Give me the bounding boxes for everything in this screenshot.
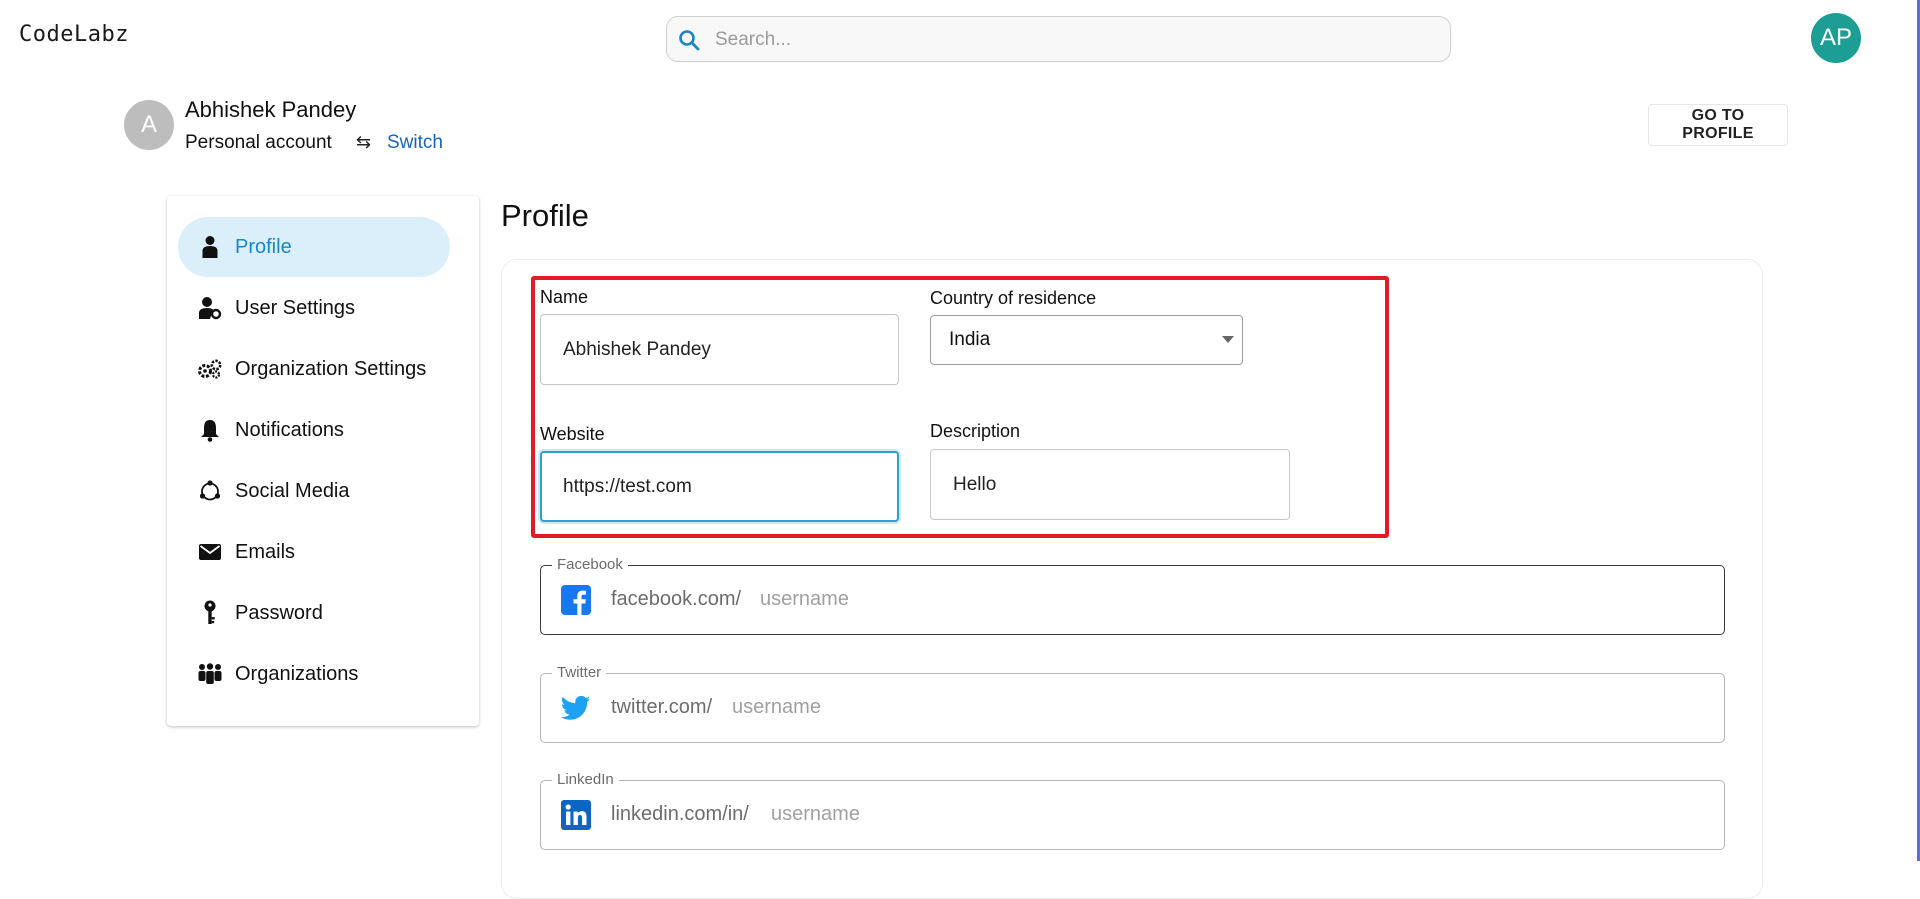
switch-account-link[interactable]: Switch bbox=[387, 132, 443, 154]
twitter-prefix: twitter.com/ bbox=[611, 696, 713, 718]
twitter-field[interactable]: Twitter twitter.com/ username bbox=[540, 664, 1725, 743]
account-name: Abhishek Pandey bbox=[185, 97, 357, 122]
twitter-label: Twitter bbox=[552, 664, 607, 681]
sidebar-item-social-media[interactable]: Social Media bbox=[178, 461, 450, 521]
gears-icon bbox=[196, 358, 224, 380]
envelope-icon bbox=[196, 542, 224, 562]
linkedin-username-input[interactable]: username bbox=[771, 803, 860, 826]
facebook-prefix: facebook.com/ bbox=[611, 588, 742, 610]
app-logo[interactable]: CodeLabz bbox=[19, 22, 129, 47]
sidebar-item-notifications[interactable]: Notifications bbox=[178, 400, 450, 460]
sidebar-item-emails[interactable]: Emails bbox=[178, 522, 450, 582]
user-settings-icon bbox=[196, 296, 224, 320]
sidebar-item-label: Organization Settings bbox=[235, 357, 427, 380]
page-title: Profile bbox=[501, 198, 589, 233]
settings-sidebar: Profile User Settings Organization Setti… bbox=[167, 196, 479, 726]
sidebar-item-label: Emails bbox=[235, 540, 296, 563]
sidebar-item-label: Social Media bbox=[235, 479, 350, 502]
user-avatar[interactable]: AP bbox=[1811, 13, 1861, 63]
twitter-icon bbox=[561, 695, 591, 720]
search-icon bbox=[679, 30, 700, 51]
go-to-profile-button[interactable]: GO TO PROFILE bbox=[1648, 104, 1788, 146]
linkedin-field[interactable]: LinkedIn linkedin.com/in/ username bbox=[540, 771, 1725, 850]
linkedin-prefix: linkedin.com/in/ bbox=[611, 803, 749, 825]
bell-icon bbox=[196, 418, 224, 442]
sidebar-item-label: Profile bbox=[235, 235, 292, 258]
sidebar-item-label: Organizations bbox=[235, 662, 359, 685]
twitter-username-input[interactable]: username bbox=[732, 696, 821, 719]
facebook-username-input[interactable]: username bbox=[760, 588, 849, 611]
group-icon bbox=[196, 663, 224, 685]
sidebar-item-password[interactable]: Password bbox=[178, 583, 450, 643]
sidebar-item-organizations[interactable]: Organizations bbox=[178, 644, 450, 704]
person-icon bbox=[196, 235, 224, 259]
search-input[interactable] bbox=[713, 17, 1437, 63]
sidebar-item-organization-settings[interactable]: Organization Settings bbox=[178, 339, 450, 399]
facebook-label: Facebook bbox=[552, 556, 628, 573]
facebook-field[interactable]: Facebook facebook.com/ username bbox=[540, 556, 1725, 635]
search-bar[interactable] bbox=[666, 16, 1451, 63]
account-avatar: A bbox=[124, 100, 174, 150]
facebook-icon bbox=[561, 585, 591, 615]
account-type: Personal account bbox=[185, 132, 332, 153]
sidebar-item-user-settings[interactable]: User Settings bbox=[178, 278, 450, 338]
sidebar-item-label: Password bbox=[235, 601, 323, 624]
sidebar-item-profile[interactable]: Profile bbox=[178, 217, 450, 277]
sidebar-item-label: Notifications bbox=[235, 418, 344, 441]
sidebar-item-label: User Settings bbox=[235, 296, 356, 319]
linkedin-icon bbox=[561, 800, 591, 830]
linkedin-label: LinkedIn bbox=[552, 771, 619, 788]
switch-arrows-icon: ⇆ bbox=[356, 132, 372, 152]
highlight-annotation bbox=[531, 276, 1389, 538]
social-icon bbox=[196, 479, 224, 503]
key-icon bbox=[196, 600, 224, 626]
